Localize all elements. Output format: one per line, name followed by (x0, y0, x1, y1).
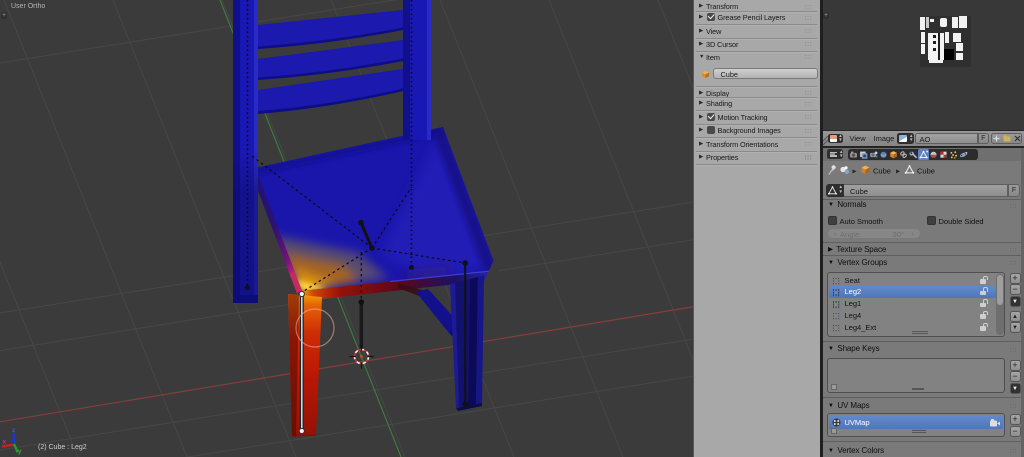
svg-text:▸: ▸ (852, 167, 856, 176)
svg-text:y: y (18, 448, 22, 455)
svg-text:▸: ▸ (896, 167, 900, 176)
svg-text:Cube: Cube (917, 166, 935, 175)
svg-text:Cube: Cube (873, 166, 891, 175)
svg-text:x: x (3, 439, 7, 446)
svg-text:z: z (12, 427, 16, 434)
